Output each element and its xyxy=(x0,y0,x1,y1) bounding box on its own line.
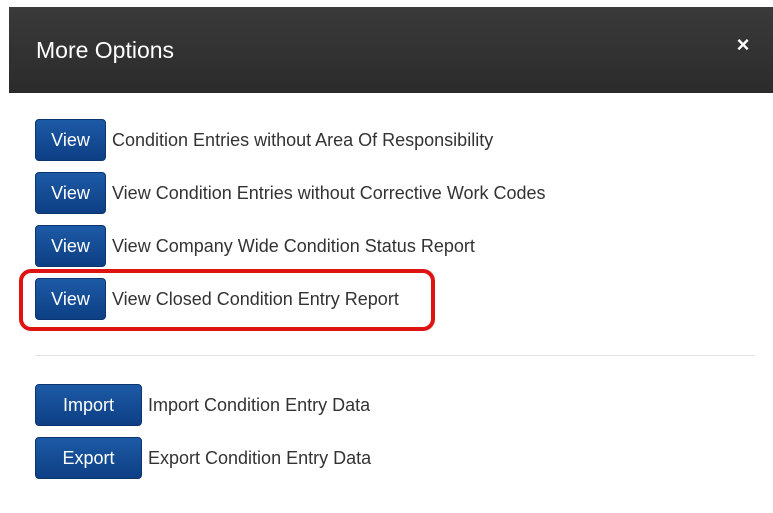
view-button-corrective-work-codes[interactable]: View xyxy=(35,172,106,214)
row-label: View Closed Condition Entry Report xyxy=(112,288,399,309)
row-label: View Company Wide Condition Status Repor… xyxy=(112,235,475,256)
report-row-corrective-work-codes: View View Condition Entries without Corr… xyxy=(35,172,546,214)
view-button-company-wide-status[interactable]: View xyxy=(35,225,106,267)
data-row-export: Export Export Condition Entry Data xyxy=(35,437,371,479)
more-options-modal: More Options × View Condition Entries wi… xyxy=(9,7,773,513)
row-label: Condition Entries without Area Of Respon… xyxy=(112,129,494,150)
view-button-closed-condition-entry[interactable]: View xyxy=(35,278,106,320)
row-label: View Condition Entries without Correctiv… xyxy=(112,182,546,203)
row-label: Import Condition Entry Data xyxy=(148,394,371,415)
close-icon[interactable]: × xyxy=(732,34,754,56)
report-row-company-wide-status: View View Company Wide Condition Status … xyxy=(35,225,475,267)
report-row-closed-condition-entry: View View Closed Condition Entry Report xyxy=(35,278,399,320)
report-row-area-of-responsibility: View Condition Entries without Area Of R… xyxy=(35,119,493,161)
row-label: Export Condition Entry Data xyxy=(148,447,372,468)
modal-header: More Options × xyxy=(9,7,773,93)
export-button[interactable]: Export xyxy=(35,437,142,479)
modal-title: More Options xyxy=(36,37,175,63)
import-button[interactable]: Import xyxy=(35,384,142,426)
divider xyxy=(35,355,755,356)
data-row-import: Import Import Condition Entry Data xyxy=(35,384,370,426)
view-button-area-of-responsibility[interactable]: View xyxy=(35,119,106,161)
